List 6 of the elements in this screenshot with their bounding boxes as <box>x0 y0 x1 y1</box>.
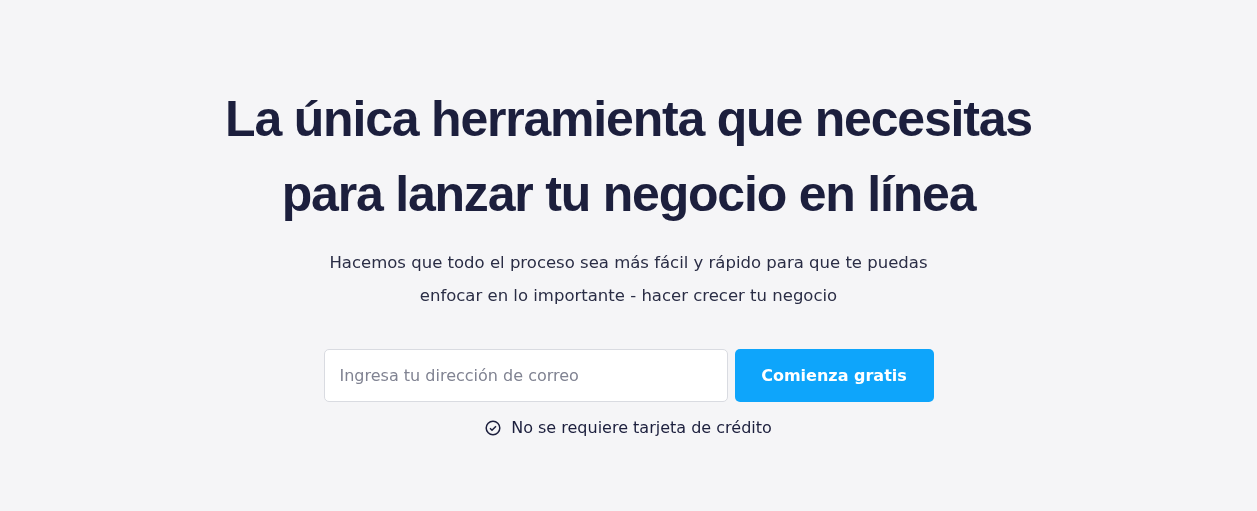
check-circle-icon <box>485 419 502 436</box>
headline: La única herramienta que necesitas para lanzar tu negocio en línea <box>224 90 1033 224</box>
note-text: No se requiere tarjeta de crédito <box>511 418 772 437</box>
start-button[interactable]: Comienza gratis <box>734 349 934 402</box>
subtitle: Hacemos que todo el proceso sea más fácil y rápido para que te puedas enfocar en lo importante - hacer crecer tu negocio <box>328 252 929 307</box>
email-field[interactable]: Ingresa tu dirección de correo <box>323 349 728 402</box>
